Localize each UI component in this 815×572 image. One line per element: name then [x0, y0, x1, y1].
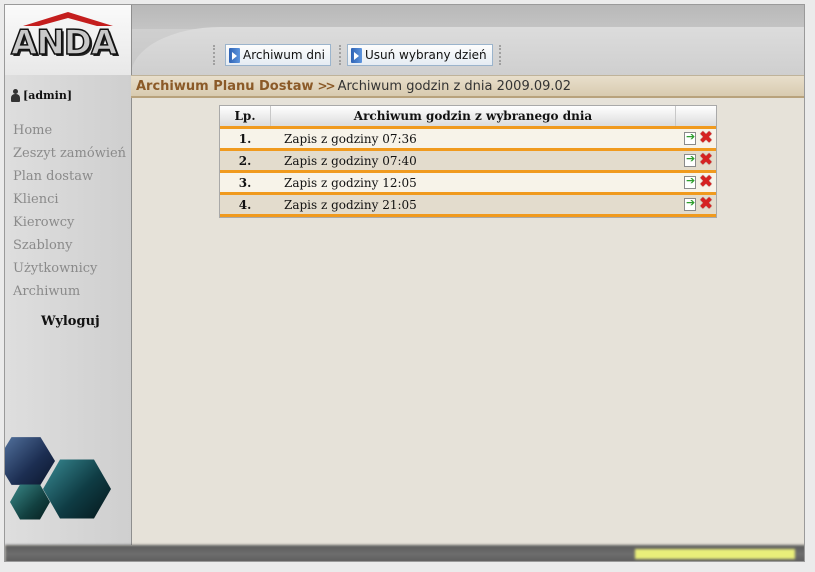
delete-x-icon[interactable]: ✖: [698, 151, 714, 169]
column-header-description: Archiwum godzin z wybranego dnia: [271, 106, 676, 126]
arrow-right-icon: [229, 47, 240, 63]
table-row: 4. Zapis z godziny 21:05 ✖: [220, 195, 716, 217]
delete-x-icon[interactable]: ✖: [698, 129, 714, 147]
delete-day-label: Usuń wybrany dzień: [365, 48, 487, 62]
breadcrumb: Archiwum Planu Dostaw >> Archiwum godzin…: [131, 75, 804, 98]
app-frame: Archiwum dni Usuń wybrany dzień ANDA [ad…: [4, 4, 805, 562]
username: [admin]: [23, 89, 73, 102]
table-header: Lp. Archiwum godzin z wybranego dnia: [220, 106, 716, 129]
archive-days-label: Archiwum dni: [243, 48, 325, 62]
delete-x-icon[interactable]: ✖: [698, 195, 714, 213]
row-description: Zapis z godziny 21:05: [284, 197, 417, 212]
archive-days-button[interactable]: Archiwum dni: [225, 44, 331, 66]
breadcrumb-current: Archiwum godzin z dnia 2009.09.02: [337, 78, 572, 94]
open-file-icon[interactable]: [684, 130, 696, 145]
column-header-lp: Lp.: [220, 106, 271, 126]
table-row: 2. Zapis z godziny 07:40 ✖: [220, 151, 716, 173]
row-actions: ✖: [674, 129, 716, 147]
arrow-right-icon: [351, 47, 362, 63]
sidebar-item-archive[interactable]: Archiwum: [13, 280, 126, 303]
row-actions: ✖: [674, 151, 716, 169]
row-number: 2.: [238, 153, 252, 168]
row-actions: ✖: [674, 195, 716, 213]
row-description: Zapis z godziny 07:40: [284, 153, 417, 168]
sidebar: ANDA [admin] Home Zeszyt zamówień Plan d…: [5, 5, 132, 545]
toolbar-top-strip: [131, 5, 804, 29]
sidebar-item-templates[interactable]: Szablony: [13, 234, 126, 257]
row-description: Zapis z godziny 12:05: [284, 175, 417, 190]
open-file-icon[interactable]: [684, 196, 696, 211]
user-icon: [11, 89, 20, 102]
current-user: [admin]: [11, 89, 72, 102]
row-actions: ✖: [674, 173, 716, 191]
top-toolbar: Archiwum dni Usuń wybrany dzień: [131, 5, 804, 75]
open-file-icon[interactable]: [684, 152, 696, 167]
logout-link[interactable]: Wyloguj: [41, 314, 100, 329]
logo: ANDA: [5, 5, 131, 75]
sidebar-item-clients[interactable]: Klienci: [13, 188, 126, 211]
sidebar-item-orders[interactable]: Zeszyt zamówień: [13, 142, 126, 165]
delete-x-icon[interactable]: ✖: [698, 173, 714, 191]
breadcrumb-separator: >>: [317, 79, 335, 93]
footer-bar: [5, 545, 804, 561]
logo-text: ANDA: [10, 22, 118, 64]
breadcrumb-parent[interactable]: Archiwum Planu Dostaw: [136, 79, 313, 94]
sidebar-item-delivery-plan[interactable]: Plan dostaw: [13, 165, 126, 188]
footer-highlight: [635, 549, 795, 559]
toolbar-separator: [499, 45, 501, 65]
delete-day-button[interactable]: Usuń wybrany dzień: [347, 44, 493, 66]
sidebar-nav: Home Zeszyt zamówień Plan dostaw Klienci…: [13, 119, 126, 303]
toolbar-separator: [213, 45, 215, 65]
column-header-actions: [676, 106, 716, 126]
hours-archive-table: Lp. Archiwum godzin z wybranego dnia 1. …: [219, 105, 717, 218]
sidebar-item-drivers[interactable]: Kierowcy: [13, 211, 126, 234]
open-file-icon[interactable]: [684, 174, 696, 189]
row-number: 3.: [238, 175, 252, 190]
table-row: 3. Zapis z godziny 12:05 ✖: [220, 173, 716, 195]
toolbar-separator: [339, 45, 341, 65]
row-number: 1.: [238, 131, 252, 146]
sidebar-item-users[interactable]: Użytkownicy: [13, 257, 126, 280]
row-number: 4.: [238, 197, 252, 212]
sidebar-item-home[interactable]: Home: [13, 119, 126, 142]
row-description: Zapis z godziny 07:36: [284, 131, 417, 146]
decorative-hexagon: [43, 459, 111, 519]
table-row: 1. Zapis z godziny 07:36 ✖: [220, 129, 716, 151]
decorative-hexagon: [5, 437, 55, 485]
